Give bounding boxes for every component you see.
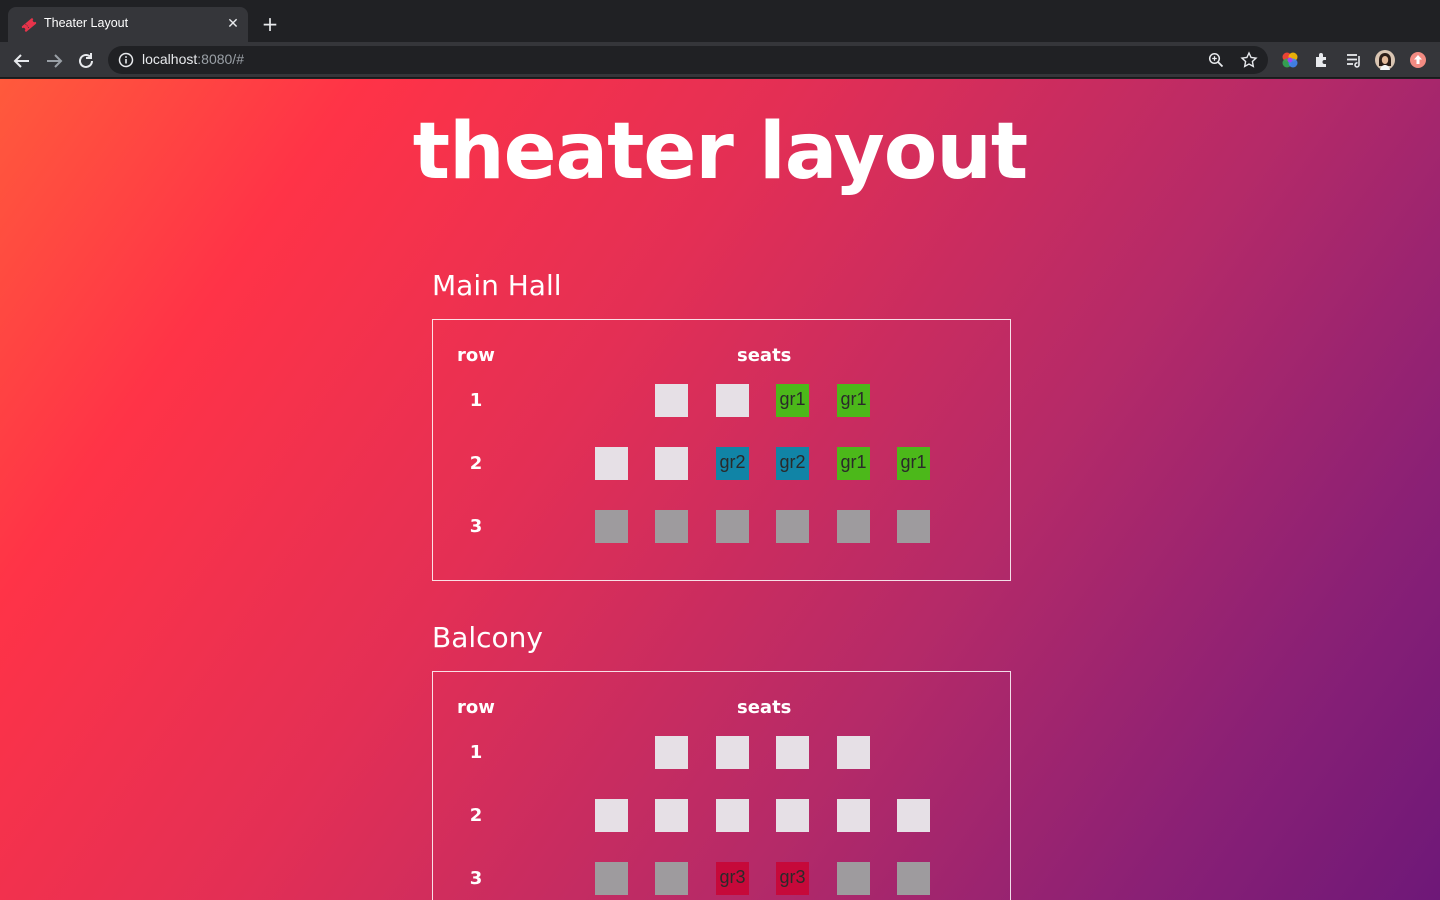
seat[interactable]	[716, 510, 749, 543]
seat[interactable]	[595, 447, 628, 480]
seat[interactable]	[655, 736, 688, 769]
seat[interactable]	[897, 862, 930, 895]
reload-icon[interactable]	[75, 50, 97, 72]
seat[interactable]	[655, 384, 688, 417]
extensions-puzzle-icon[interactable]	[1312, 50, 1332, 70]
hall-title-balcony: Balcony	[432, 621, 543, 654]
browser-toolbar: localhost:8080/#	[0, 42, 1440, 78]
seat[interactable]	[776, 736, 809, 769]
seat[interactable]	[595, 799, 628, 832]
column-header-seats: seats	[737, 345, 792, 366]
row-number: 1	[469, 390, 483, 411]
row-number: 1	[469, 742, 483, 763]
back-arrow-icon[interactable]	[11, 50, 33, 72]
ticket-icon	[21, 18, 37, 32]
seat[interactable]	[837, 510, 870, 543]
zoom-icon[interactable]	[1208, 52, 1224, 68]
color-picker-extension-icon[interactable]	[1280, 50, 1300, 70]
update-arrow-icon[interactable]	[1408, 50, 1428, 70]
row-number: 3	[469, 516, 483, 537]
seat[interactable]	[837, 862, 870, 895]
url-host: localhost	[142, 51, 198, 67]
row-number: 3	[469, 868, 483, 889]
column-header-row: row	[457, 345, 495, 366]
seat[interactable]: gr1	[897, 447, 930, 480]
seat[interactable]	[716, 736, 749, 769]
seat[interactable]	[655, 862, 688, 895]
seat[interactable]: gr3	[716, 862, 749, 895]
browser-tab-bar: Theater Layout ✕ +	[0, 0, 1440, 42]
seating-table-balcony: row seats 1 2 3 gr3 gr3	[432, 671, 1011, 900]
seat[interactable]	[595, 510, 628, 543]
page-title: theater layout	[412, 107, 1028, 197]
browser-tab[interactable]: Theater Layout ✕	[8, 7, 248, 42]
url-text: localhost:8080/#	[142, 51, 244, 67]
seating-table-main-hall: row seats 1 gr1 gr1 2 gr2 gr2 gr1 gr1 3	[432, 319, 1011, 581]
row-number: 2	[469, 805, 483, 826]
seat[interactable]	[716, 384, 749, 417]
new-tab-button[interactable]: +	[260, 14, 280, 34]
seat[interactable]	[655, 510, 688, 543]
column-header-row: row	[457, 697, 495, 718]
info-icon[interactable]	[118, 52, 134, 68]
seat[interactable]	[837, 736, 870, 769]
url-path: :8080/#	[197, 51, 244, 67]
seat[interactable]	[655, 447, 688, 480]
forward-arrow-icon[interactable]	[43, 50, 65, 72]
seat[interactable]: gr3	[776, 862, 809, 895]
seat[interactable]	[655, 799, 688, 832]
seat[interactable]: gr2	[716, 447, 749, 480]
seat[interactable]	[897, 799, 930, 832]
tab-title: Theater Layout	[44, 16, 129, 30]
hall-title-main-hall: Main Hall	[432, 269, 562, 302]
seat[interactable]	[776, 799, 809, 832]
bookmark-star-icon[interactable]	[1240, 51, 1258, 69]
seat[interactable]: gr1	[776, 384, 809, 417]
row-number: 2	[469, 453, 483, 474]
column-header-seats: seats	[737, 697, 792, 718]
seat[interactable]	[897, 510, 930, 543]
seat[interactable]	[776, 510, 809, 543]
seat[interactable]: gr2	[776, 447, 809, 480]
seat[interactable]: gr1	[837, 384, 870, 417]
profile-avatar-icon[interactable]	[1375, 50, 1395, 70]
seat[interactable]: gr1	[837, 447, 870, 480]
seat[interactable]	[837, 799, 870, 832]
page-content: theater layout Main Hall row seats 1 gr1…	[0, 79, 1440, 900]
close-tab-icon[interactable]: ✕	[224, 15, 242, 33]
seat[interactable]	[595, 862, 628, 895]
address-bar[interactable]: localhost:8080/#	[108, 46, 1268, 74]
reading-list-icon[interactable]	[1344, 50, 1364, 70]
seat[interactable]	[716, 799, 749, 832]
